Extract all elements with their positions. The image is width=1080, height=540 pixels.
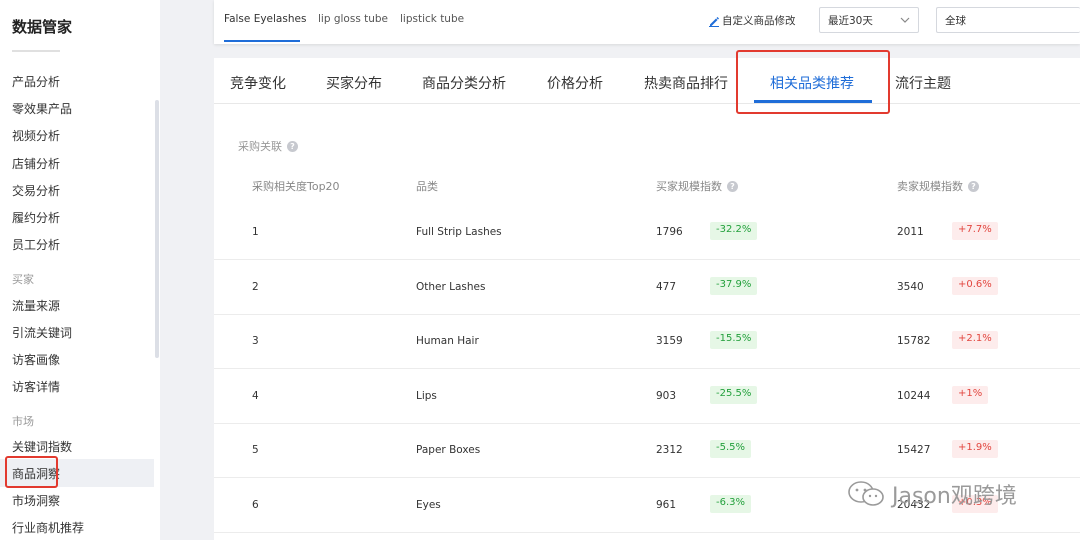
cell-category: Other Lashes — [416, 280, 486, 293]
sidebar-item-store-analysis[interactable]: 店铺分析 — [12, 155, 60, 172]
sidebar-item-fulfillment[interactable]: 履约分析 — [12, 209, 60, 226]
cell-category: Paper Boxes — [416, 444, 481, 456]
sidebar-scrollbar[interactable] — [155, 100, 159, 358]
cell-buyer-index: 1796 — [656, 226, 683, 238]
buyer-change-badge: -15.5% — [710, 331, 758, 349]
table-row[interactable]: 4 Lips 903 -25.5% 10244 +1% — [214, 370, 1080, 424]
product-tab-false-eyelashes[interactable]: False Eyelashes — [224, 13, 306, 25]
cell-buyer-index: 2312 — [656, 444, 683, 456]
sidebar-item-video-analysis[interactable]: 视频分析 — [12, 127, 60, 144]
region-select[interactable]: 全球 — [936, 7, 1080, 33]
header-seller-index-label: 卖家规模指数 — [897, 180, 963, 193]
header-rank-label: 采购相关度Top20 — [252, 180, 340, 193]
tab-buyer-distribution[interactable]: 买家分布 — [326, 73, 382, 93]
watermark: Jason观跨境 — [846, 478, 1017, 510]
pencil-icon — [709, 16, 719, 27]
cell-rank: 1 — [252, 226, 259, 238]
sidebar-item-staff[interactable]: 员工分析 — [12, 236, 60, 253]
help-icon[interactable]: ? — [968, 180, 979, 192]
table-row[interactable]: 5 Paper Boxes 2312 -5.5% 15427 +1.9% — [214, 424, 1080, 478]
help-icon[interactable]: ? — [727, 180, 738, 192]
cell-buyer-index: 903 — [656, 389, 677, 402]
wechat-icon — [848, 481, 884, 506]
chevron-down-icon — [900, 17, 910, 23]
buyer-change-badge: -32.2% — [710, 222, 758, 240]
cell-rank: 3 — [252, 335, 259, 347]
sidebar-item-visitor-profile[interactable]: 访客画像 — [12, 351, 60, 368]
sidebar-item-trade-analysis[interactable]: 交易分析 — [12, 182, 60, 199]
cell-category: Eyes — [416, 498, 441, 511]
seller-change-badge: +2.1% — [952, 331, 998, 349]
cell-seller-index: 10244 — [897, 389, 931, 402]
sidebar-item-opportunity[interactable]: 行业商机推荐 — [12, 519, 84, 536]
cell-category: Lips — [416, 389, 437, 402]
tab-competition[interactable]: 竞争变化 — [230, 73, 286, 93]
sidebar-item-keywords[interactable]: 引流关键词 — [12, 324, 72, 341]
sidebar-item-product-analysis[interactable]: 产品分析 — [12, 73, 60, 90]
region-value: 全球 — [945, 15, 966, 27]
tab-related-categories[interactable]: 相关品类推荐 — [770, 73, 854, 93]
custom-product-edit-label: 自定义商品修改 — [722, 15, 796, 27]
sidebar: 数据管家 产品分析 零效果产品 视频分析 店铺分析 交易分析 履约分析 员工分析… — [0, 0, 160, 540]
cell-rank: 4 — [252, 389, 259, 402]
main-panel: 竞争变化 买家分布 商品分类分析 价格分析 热卖商品排行 相关品类推荐 流行主题… — [214, 58, 1080, 540]
watermark-text: Jason观跨境 — [892, 484, 1017, 509]
product-tab-lip-gloss[interactable]: lip gloss tube — [318, 13, 388, 25]
help-icon[interactable]: ? — [287, 140, 298, 152]
cell-rank: 5 — [252, 444, 259, 456]
cell-category: Full Strip Lashes — [416, 226, 502, 238]
sidebar-section-market: 市场 — [12, 415, 34, 428]
cell-buyer-index: 961 — [656, 498, 677, 511]
buyer-change-badge: -37.9% — [710, 276, 758, 295]
cell-rank: 2 — [252, 280, 259, 293]
header-buyer-index: 买家规模指数 ? — [656, 178, 738, 194]
section-purchase-correlation: 采购关联 ? — [238, 138, 298, 154]
date-range-value: 最近30天 — [828, 15, 873, 27]
date-range-select[interactable]: 最近30天 — [819, 7, 919, 33]
custom-product-edit-link[interactable]: 自定义商品修改 — [708, 13, 796, 28]
sidebar-item-market-insight[interactable]: 市场洞察 — [12, 492, 60, 509]
header-seller-index: 卖家规模指数 ? — [897, 178, 979, 194]
sidebar-item-product-insight[interactable]: 商品洞察 — [12, 465, 60, 482]
sidebar-item-zero-effect[interactable]: 零效果产品 — [12, 100, 72, 117]
table-row[interactable]: 3 Human Hair 3159 -15.5% 15782 +2.1% — [214, 315, 1080, 369]
header-buyer-index-label: 买家规模指数 — [656, 180, 722, 193]
analysis-tabs: 竞争变化 买家分布 商品分类分析 价格分析 热卖商品排行 相关品类推荐 流行主题 — [214, 58, 1080, 104]
buyer-change-badge: -25.5% — [710, 385, 758, 404]
seller-change-badge: +1.9% — [952, 440, 998, 458]
cell-seller-index: 2011 — [897, 226, 924, 238]
table-row[interactable]: 1 Full Strip Lashes 1796 -32.2% 2011 +7.7% — [214, 206, 1080, 260]
tab-hot-products[interactable]: 热卖商品排行 — [644, 73, 728, 93]
sidebar-section-buyer: 买家 — [12, 273, 34, 286]
buyer-change-badge: -6.3% — [710, 494, 752, 513]
seller-change-badge: +0.6% — [952, 276, 998, 295]
tab-trending-themes[interactable]: 流行主题 — [895, 73, 951, 93]
cell-category: Human Hair — [416, 335, 479, 347]
buyer-change-badge: -5.5% — [710, 440, 752, 458]
cell-seller-index: 15782 — [897, 335, 931, 347]
seller-change-badge: +1% — [952, 385, 989, 404]
header-category: 品类 — [416, 178, 438, 194]
cell-rank: 6 — [252, 498, 259, 511]
product-tab-underline — [224, 40, 300, 42]
sidebar-item-traffic-source[interactable]: 流量来源 — [12, 297, 60, 314]
product-tab-lipstick[interactable]: lipstick tube — [400, 13, 464, 25]
cell-buyer-index: 3159 — [656, 335, 683, 347]
tab-price-analysis[interactable]: 价格分析 — [547, 73, 603, 93]
sidebar-item-keyword-index[interactable]: 关键词指数 — [12, 438, 72, 455]
sidebar-item-visitor-detail[interactable]: 访客详情 — [12, 378, 60, 395]
sidebar-title: 数据管家 — [12, 18, 73, 36]
section-label-text: 采购关联 — [238, 140, 282, 153]
tab-category-analysis[interactable]: 商品分类分析 — [422, 73, 506, 93]
cell-buyer-index: 477 — [656, 280, 677, 293]
sidebar-clipped-item — [12, 46, 60, 56]
table-row[interactable]: 2 Other Lashes 477 -37.9% 3540 +0.6% — [214, 261, 1080, 315]
topbar: False Eyelashes lip gloss tube lipstick … — [214, 0, 1080, 44]
header-category-label: 品类 — [416, 180, 438, 193]
cell-seller-index: 15427 — [897, 444, 931, 456]
header-rank: 采购相关度Top20 — [252, 178, 340, 194]
cell-seller-index: 3540 — [897, 280, 924, 293]
seller-change-badge: +7.7% — [952, 222, 998, 240]
active-tab-underline — [754, 100, 872, 103]
